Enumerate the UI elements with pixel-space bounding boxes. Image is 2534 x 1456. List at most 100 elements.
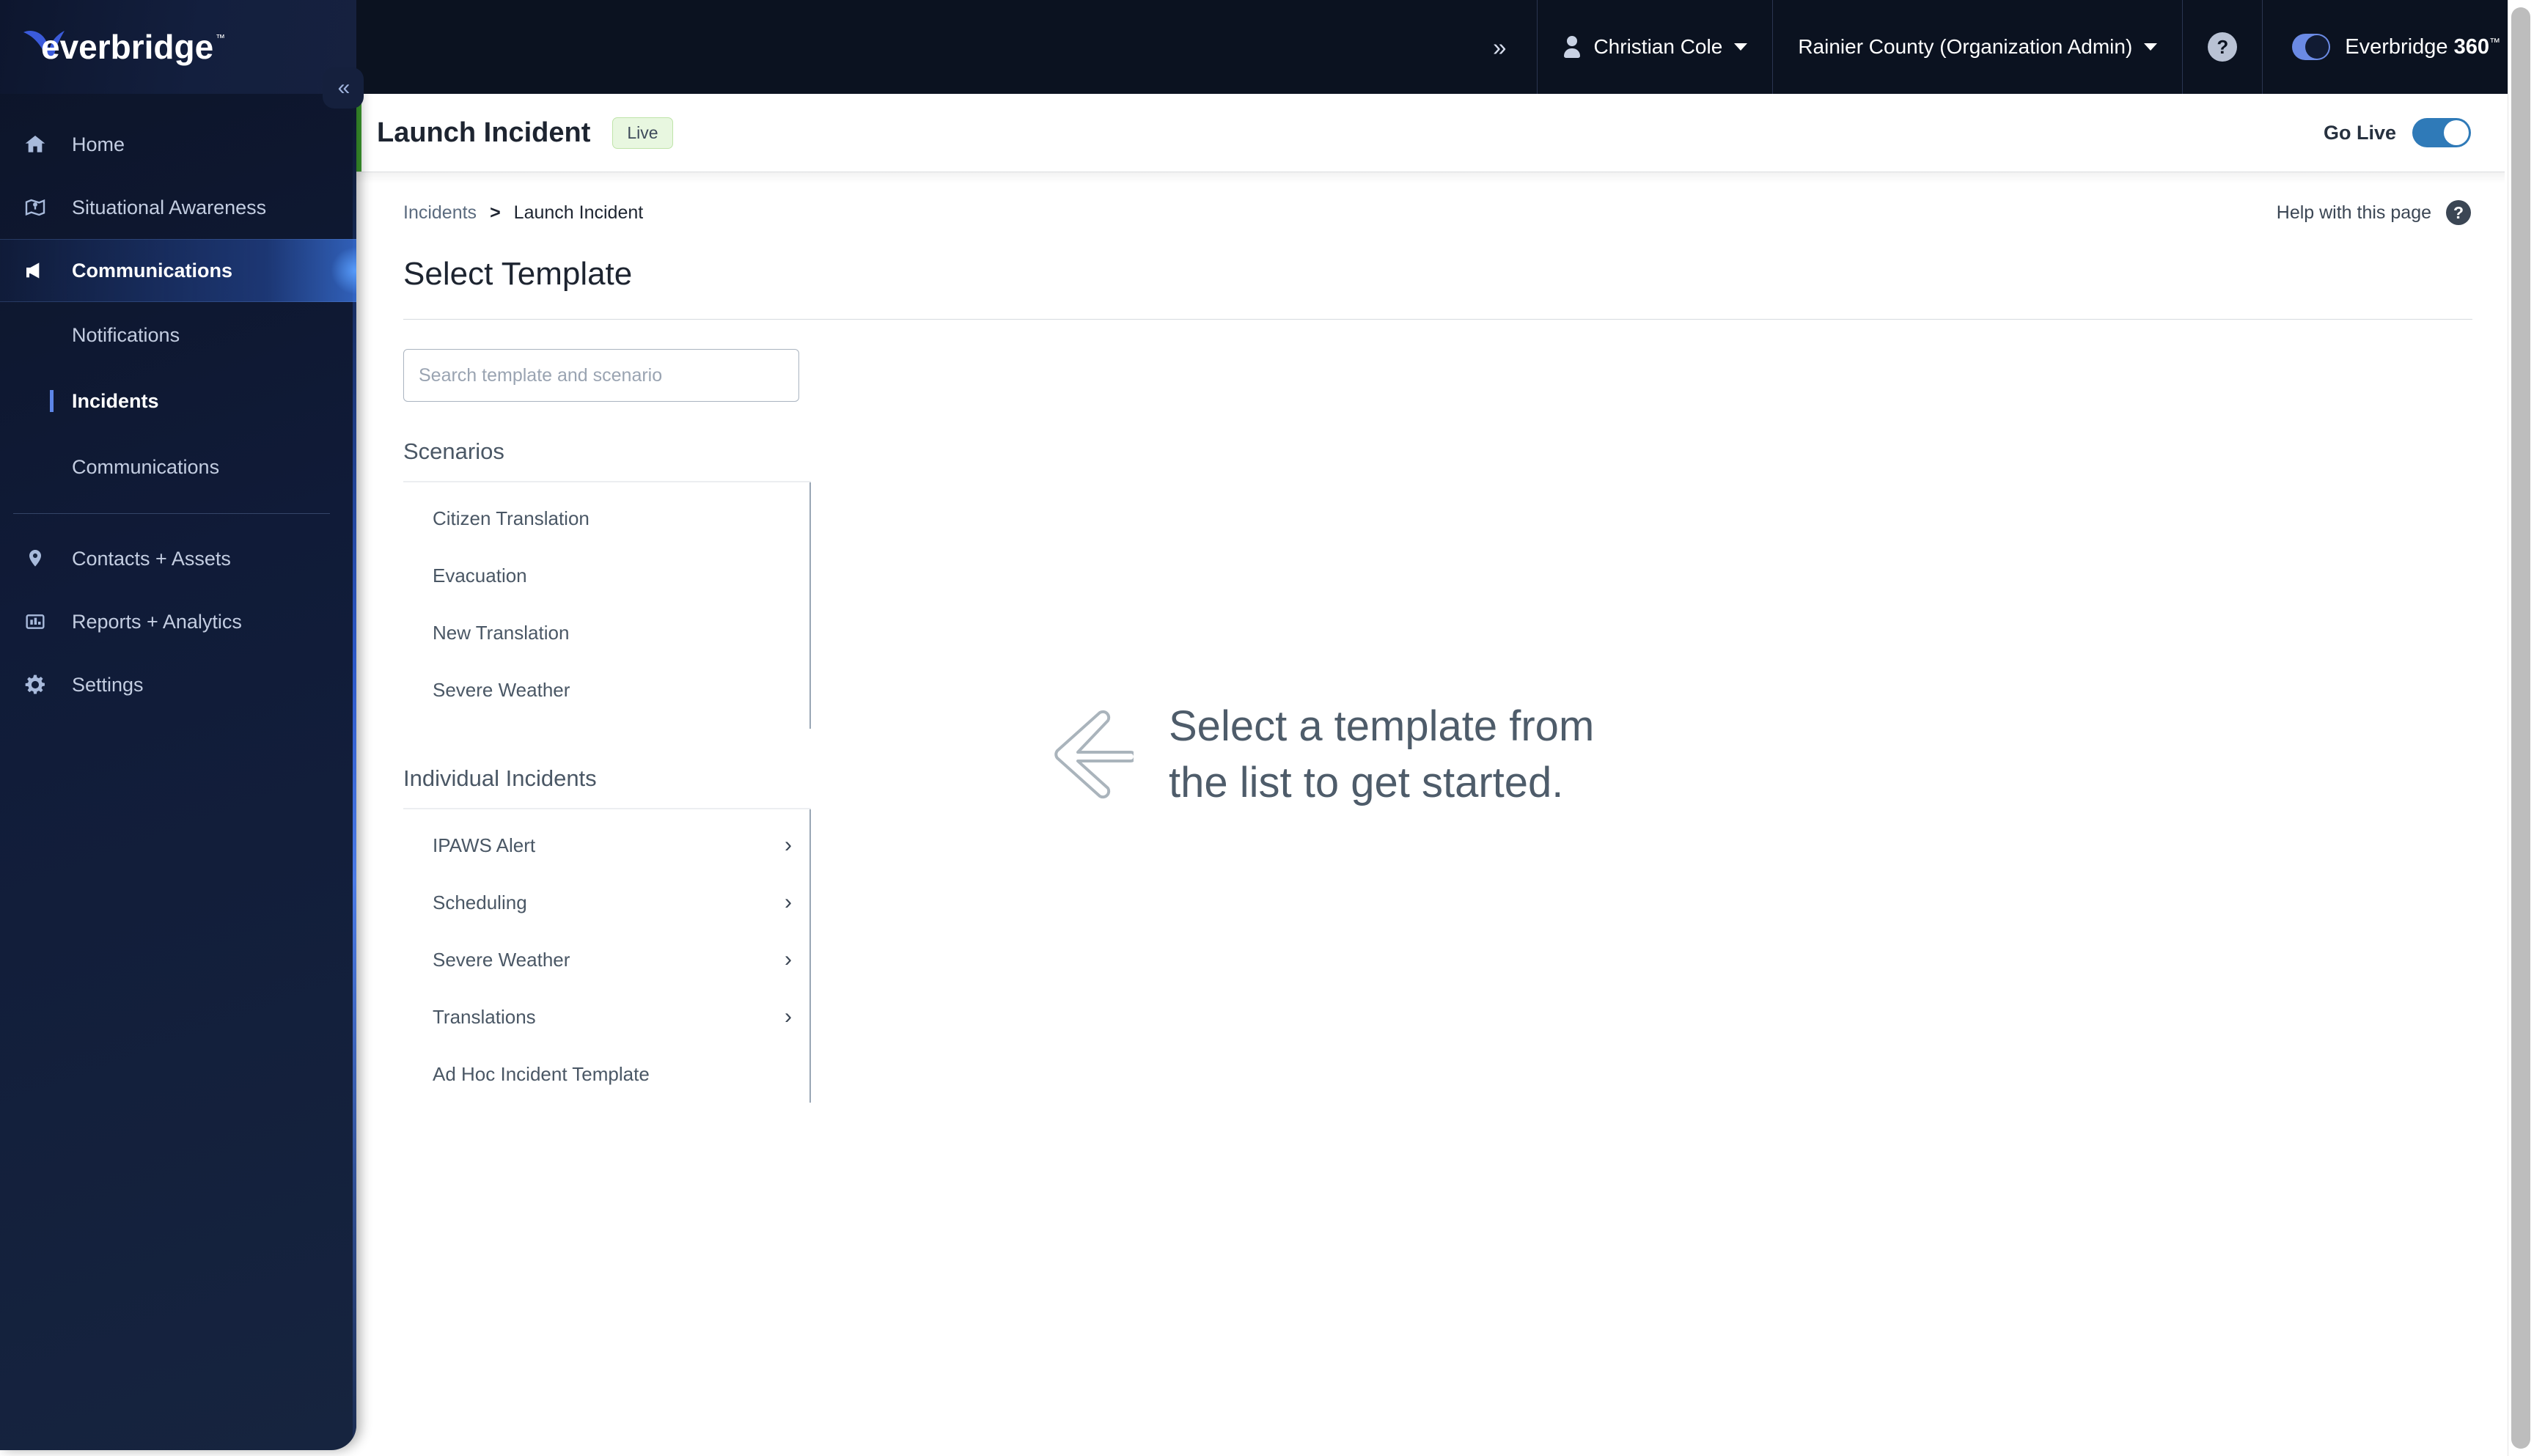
list-item[interactable]: Ad Hoc Incident Template	[403, 1045, 809, 1103]
chevron-right-icon: ›	[785, 1004, 792, 1029]
go-live-toggle[interactable]	[2412, 118, 2471, 147]
template-picker-layout: Scenarios Citizen Translation Evacuation…	[356, 320, 2505, 1103]
everbridge-logo-icon: everbridge ™	[23, 28, 225, 66]
organization-selector[interactable]: Rainier County (Organization Admin)	[1773, 0, 2182, 94]
page-header-right: Go Live	[2324, 118, 2505, 147]
section-heading: Select Template	[403, 256, 633, 292]
toggle-pill-icon	[2292, 34, 2331, 60]
list-item-label: Scheduling	[433, 891, 527, 913]
template-preview-column: Select a template from the list to get s…	[811, 320, 2505, 1103]
help-menu[interactable]: ?	[2183, 0, 2262, 94]
home-icon	[22, 133, 56, 156]
list-item[interactable]: Citizen Translation	[403, 490, 809, 547]
breadcrumb-parent-link[interactable]: Incidents	[403, 202, 477, 224]
sidebar-collapse-button[interactable]: «	[323, 67, 364, 109]
sidebar-item-situational-awareness[interactable]: Situational Awareness	[0, 176, 356, 239]
help-with-this-page-label: Help with this page	[2276, 202, 2431, 223]
bar-chart-icon	[22, 610, 56, 633]
organization-name-label: Rainier County (Organization Admin)	[1798, 35, 2133, 58]
everbridge-logo[interactable]: everbridge ™	[19, 26, 239, 67]
individual-incidents-group: Individual Incidents IPAWS Alert › Sched…	[403, 765, 811, 1103]
product-name-prefix: Everbridge	[2345, 34, 2454, 59]
left-sidebar: Home Situational Awareness Communication…	[0, 0, 356, 1450]
help-circle-icon: ?	[2446, 200, 2471, 225]
list-item-label: Citizen Translation	[433, 507, 590, 529]
list-item-label: Severe Weather	[433, 678, 570, 701]
breadcrumb-separator: >	[490, 202, 501, 223]
list-item[interactable]: Evacuation	[403, 547, 809, 604]
top-navigation-bar: everbridge ™ » Christian Cole Rainier Co…	[0, 0, 2534, 94]
list-item[interactable]: Scheduling ›	[403, 874, 809, 931]
scenarios-group-title: Scenarios	[403, 438, 504, 464]
sidebar-item-label: Contacts + Assets	[72, 547, 231, 570]
breadcrumb-current: Launch Incident	[513, 202, 644, 223]
main-content: Incidents > Launch Incident Help with th…	[356, 172, 2505, 1456]
sidebar-item-incidents[interactable]: Incidents	[0, 368, 356, 434]
user-avatar-icon	[1562, 36, 1582, 58]
help-with-this-page-link[interactable]: Help with this page ?	[2277, 200, 2471, 225]
trademark-symbol: ™	[2489, 35, 2500, 48]
product-name-suffix: 360	[2453, 34, 2489, 59]
breadcrumb: Incidents > Launch Incident Help with th…	[356, 172, 2505, 225]
scenarios-list: Citizen Translation Evacuation New Trans…	[403, 482, 811, 729]
status-badge: Live	[612, 117, 673, 149]
sidebar-subitem-label: Communications	[72, 455, 220, 478]
app-root: everbridge ™ » Christian Cole Rainier Co…	[0, 0, 2534, 1456]
help-icon: ?	[2208, 32, 2238, 62]
sidebar-item-reports-analytics[interactable]: Reports + Analytics	[0, 590, 356, 653]
page-title: Launch Incident	[377, 117, 591, 148]
empty-state: Select a template from the list to get s…	[1046, 408, 1594, 1103]
sidebar-item-settings[interactable]: Settings	[0, 653, 356, 716]
sidebar-subitem-label: Notifications	[72, 323, 180, 346]
list-item-label: New Translation	[433, 621, 570, 644]
user-menu[interactable]: Christian Cole	[1538, 0, 1772, 94]
brand-area: everbridge ™	[0, 0, 356, 94]
list-item[interactable]: New Translation	[403, 604, 809, 661]
chevron-down-icon	[2144, 43, 2158, 51]
sidebar-item-label: Reports + Analytics	[72, 610, 242, 633]
individual-incidents-group-title: Individual Incidents	[403, 765, 597, 791]
sidebar-item-label: Situational Awareness	[72, 196, 267, 218]
sidebar-nav: Home Situational Awareness Communication…	[0, 94, 356, 716]
user-name-label: Christian Cole	[1593, 35, 1723, 58]
sidebar-item-home[interactable]: Home	[0, 113, 356, 176]
template-list-column: Scenarios Citizen Translation Evacuation…	[356, 320, 811, 1103]
list-item[interactable]: Severe Weather ›	[403, 931, 809, 988]
chevron-down-icon	[1734, 43, 1748, 51]
list-item-label: Severe Weather	[433, 948, 570, 971]
everbridge-360-label: Everbridge 360™	[2345, 35, 2500, 59]
chevron-right-icon: ›	[785, 833, 792, 857]
list-item[interactable]: IPAWS Alert ›	[403, 817, 809, 874]
list-item-label: Ad Hoc Incident Template	[433, 1062, 650, 1085]
list-item[interactable]: Severe Weather	[403, 661, 809, 718]
list-item[interactable]: Translations ›	[403, 988, 809, 1045]
expand-chevron-icon[interactable]: »	[1481, 28, 1516, 67]
chevron-right-icon: ›	[785, 890, 792, 914]
page-scrollbar-thumb[interactable]	[2511, 7, 2530, 1449]
sidebar-item-label: Settings	[72, 673, 144, 696]
search-input[interactable]	[403, 349, 799, 402]
list-item-label: Evacuation	[433, 564, 527, 587]
sidebar-item-notifications[interactable]: Notifications	[0, 302, 356, 368]
go-live-label: Go Live	[2323, 121, 2396, 144]
sidebar-item-label: Home	[72, 133, 125, 155]
list-item-label: Translations	[433, 1005, 536, 1028]
top-bar-right-cluster: » Christian Cole Rainier County (Organiz…	[356, 0, 2534, 94]
empty-state-message: Select a template from the list to get s…	[1169, 702, 1595, 806]
sidebar-item-contacts-assets[interactable]: Contacts + Assets	[0, 527, 356, 590]
scenarios-group: Scenarios Citizen Translation Evacuation…	[403, 438, 811, 729]
arrow-left-icon	[1046, 702, 1136, 809]
svg-text:™: ™	[216, 32, 225, 43]
map-icon	[22, 196, 56, 219]
everbridge-360-switcher[interactable]: Everbridge 360™	[2263, 34, 2500, 60]
megaphone-icon	[22, 259, 56, 282]
individual-incidents-list: IPAWS Alert › Scheduling › Severe Weathe…	[403, 809, 811, 1103]
sidebar-subitem-label: Incidents	[72, 389, 159, 412]
sidebar-divider	[13, 513, 330, 514]
page-header-bar: Launch Incident Live Go Live	[356, 94, 2505, 172]
sidebar-item-communications[interactable]: Communications	[0, 239, 356, 302]
location-pin-icon	[22, 547, 56, 570]
list-item-label: IPAWS Alert	[433, 834, 536, 856]
sidebar-item-communications-sub[interactable]: Communications	[0, 434, 356, 500]
svg-text:everbridge: everbridge	[41, 28, 213, 66]
